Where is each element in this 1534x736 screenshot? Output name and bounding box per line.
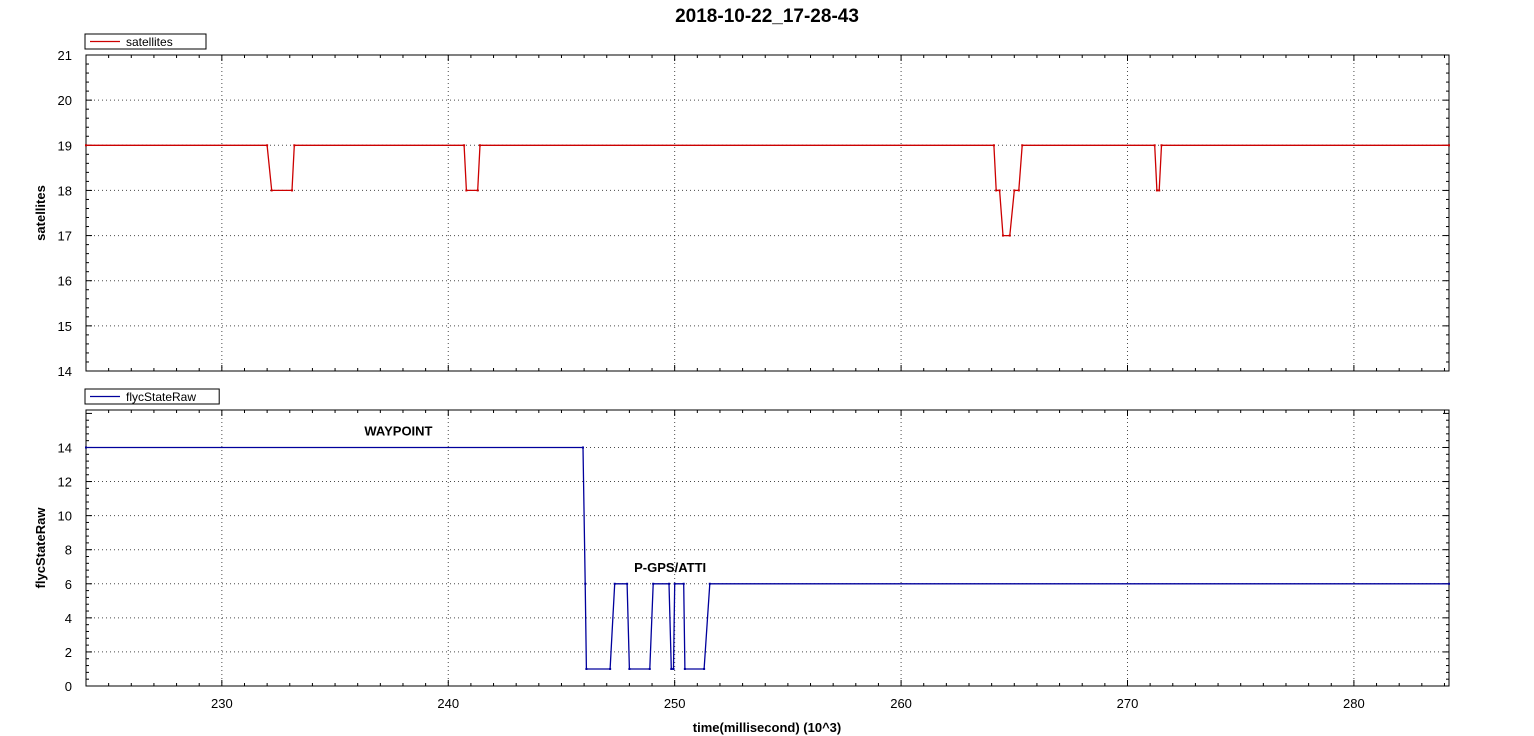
x-tick-label: 280 [1343,696,1365,711]
data-point [613,582,616,585]
data-point [270,189,273,192]
data-point [1160,144,1163,147]
data-point [683,667,686,670]
y-tick-label: 17 [58,229,72,244]
data-point [291,189,294,192]
data-point [668,582,671,585]
satellites-panel: 14 15 16 17 18 19 20 21 satellites satellites [33,33,1450,379]
legend-label: satellites [126,35,173,49]
y-tick-label: 10 [58,509,72,524]
chart: 2018-10-22_17-28-43 time(millisecond) (1… [33,6,1450,735]
x-axis-label: time(millisecond) (10^3) [693,720,841,735]
data-point [995,189,998,192]
data-point [673,582,676,585]
y-tick-label: 4 [65,611,72,626]
y-tick-label: 15 [58,319,72,334]
data-point [626,582,629,585]
y-tick-label: 19 [58,138,72,153]
x-tick-label: 240 [437,696,459,711]
y-tick-label: 6 [65,577,72,592]
y-axis-label: flycStateRaw [33,507,48,589]
chart-title: 2018-10-22_17-28-43 [675,6,859,27]
data-point [1001,234,1004,237]
data-point [1448,582,1450,585]
y-tick-label: 20 [58,93,72,108]
legend-label: flycStateRaw [126,390,196,404]
x-tick-label: 230 [211,696,233,711]
x-tick-label: 250 [664,696,686,711]
data-point [476,189,479,192]
y-tick-label: 12 [58,475,72,490]
legend: satellites [84,33,207,50]
x-tick-label: 260 [890,696,912,711]
y-tick-label: 14 [58,440,72,455]
data-point [85,144,87,147]
flycstateraw-panel: 0 2 4 6 8 10 12 14 230 240 250 260 270 280 flycStateRa… [33,388,1450,711]
x-tick-label: 270 [1117,696,1139,711]
data-point [682,582,685,585]
data-point [585,667,588,670]
data-point [628,667,631,670]
data-point [463,144,466,147]
data-point [478,144,481,147]
annotation: WAYPOINT [364,424,432,439]
data-point [708,582,711,585]
data-point [584,582,587,585]
data-point [609,667,612,670]
data-point [670,667,673,670]
data-point [1158,189,1161,192]
series-line [86,446,1449,670]
y-tick-label: 14 [58,364,72,379]
y-tick-label: 2 [65,645,72,660]
y-tick-label: 0 [65,679,72,694]
y-tick-label: 8 [65,543,72,558]
data-point [1448,144,1450,147]
data-point [581,446,584,449]
series-line [86,144,1449,237]
data-point [672,667,675,670]
data-point [85,446,87,449]
legend: flycStateRaw [84,388,220,405]
y-tick-label: 18 [58,183,72,198]
data-point [652,582,655,585]
data-point [1021,144,1024,147]
annotation: P-GPS/ATTI [634,560,706,575]
data-point [1017,189,1020,192]
data-point [1008,234,1011,237]
y-tick-label: 16 [58,274,72,289]
data-point [1155,189,1158,192]
data-point [992,144,995,147]
data-point [1013,189,1016,192]
data-point [648,667,651,670]
data-point [293,144,296,147]
data-point [998,189,1001,192]
data-point [1153,144,1156,147]
plot-frame [85,409,1450,687]
data-point [465,189,468,192]
data-point [266,144,269,147]
y-axis-label: satellites [33,185,48,241]
plot-frame [85,54,1450,372]
y-tick-label: 21 [58,48,72,63]
data-point [703,667,706,670]
